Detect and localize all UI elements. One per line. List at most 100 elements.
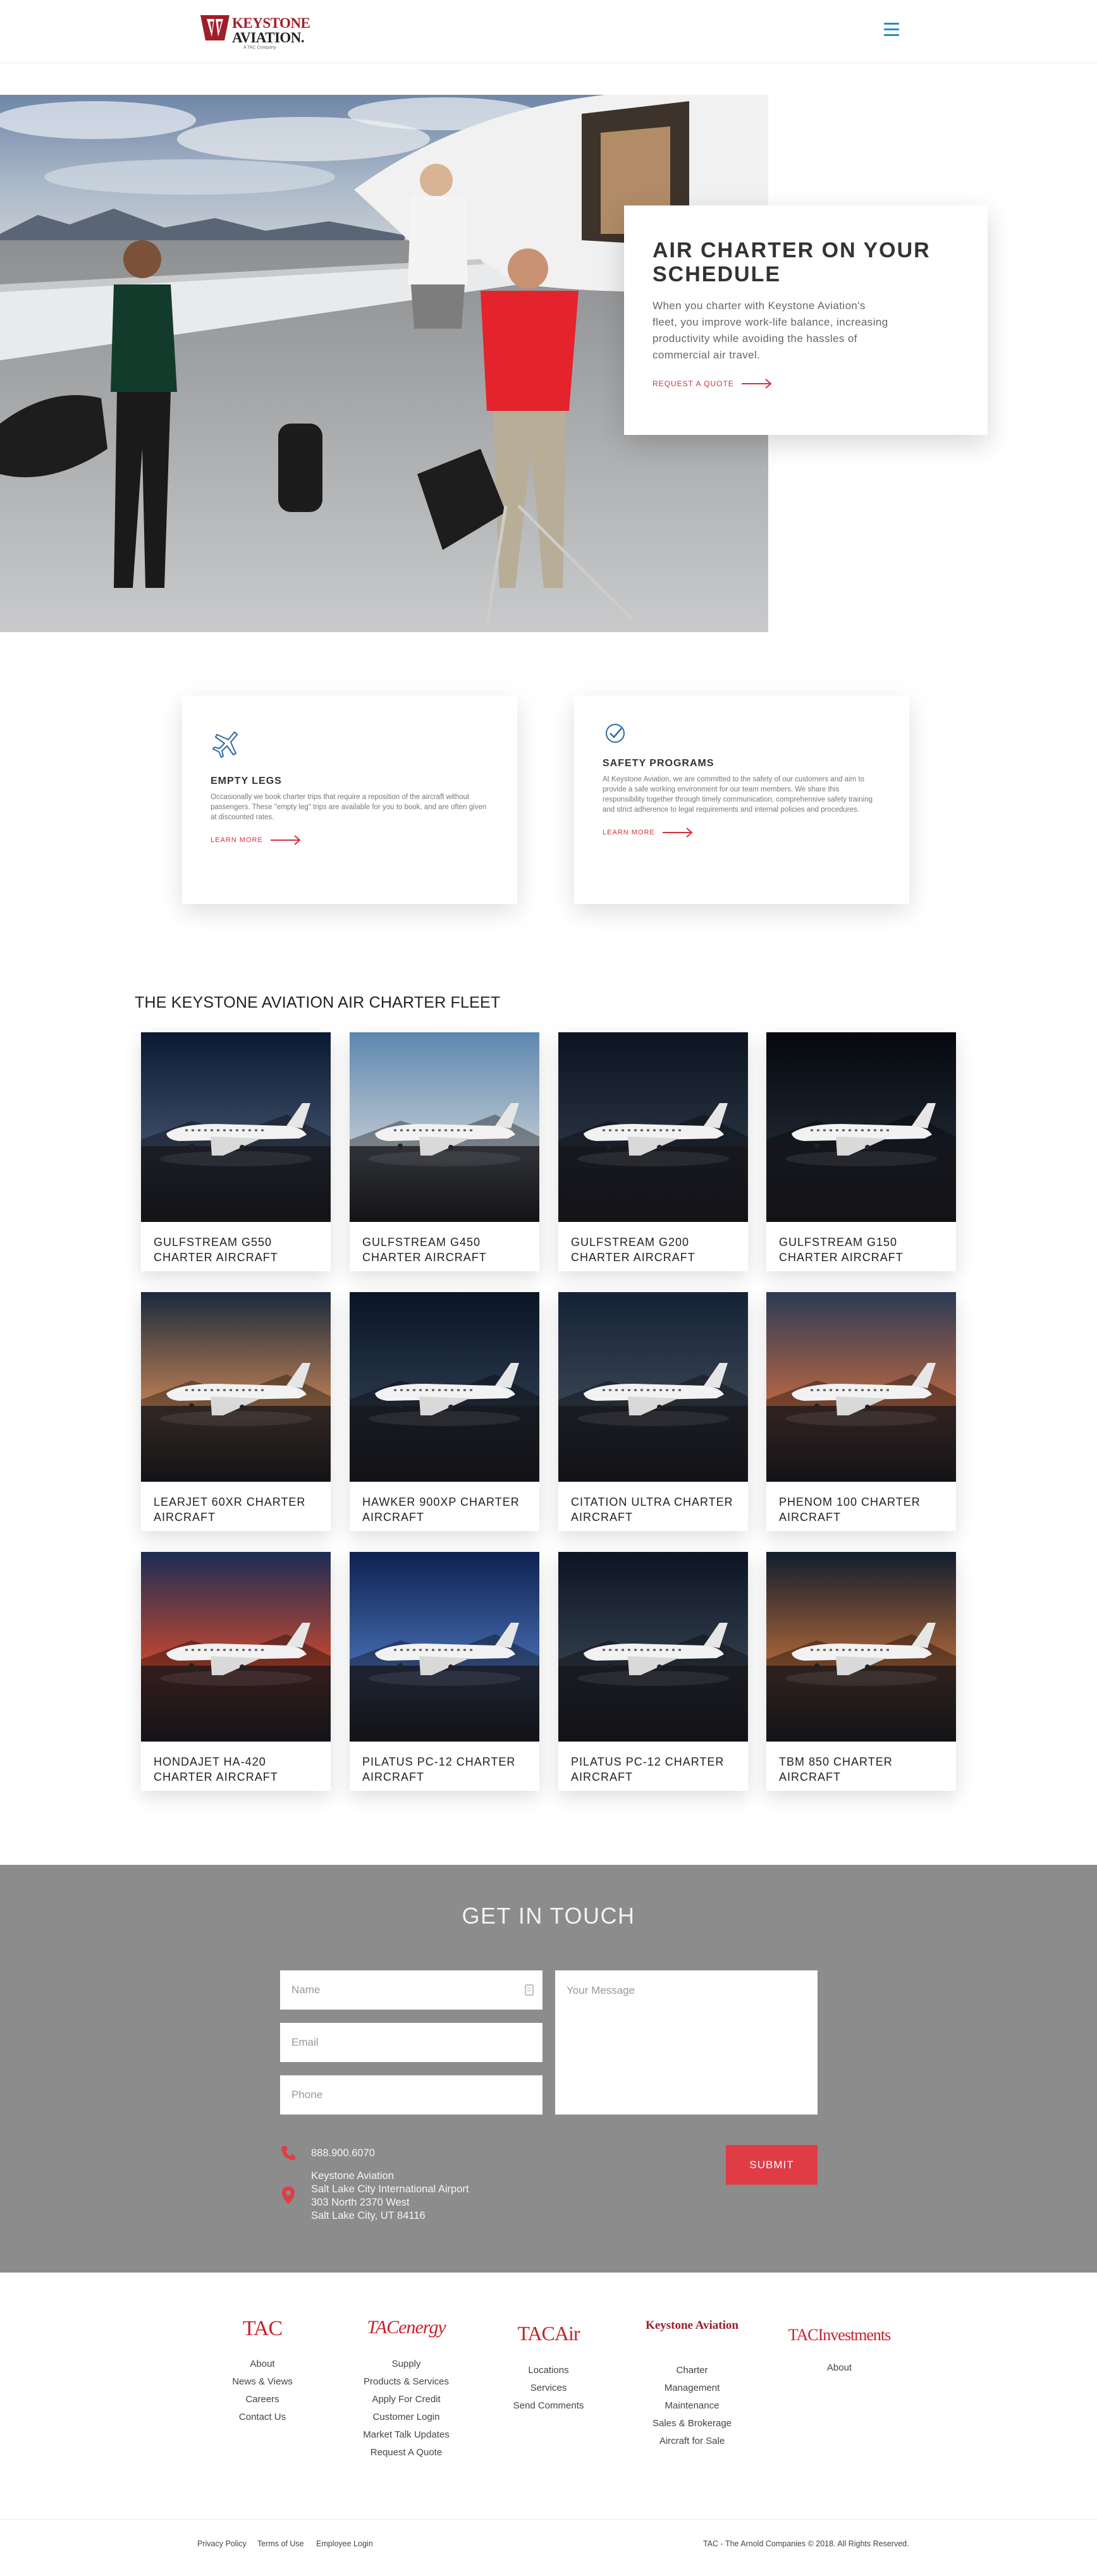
fleet-section-title: The Keystone Aviation Air Charter Fleet bbox=[135, 994, 501, 1011]
request-quote-link[interactable]: Request a Quote bbox=[653, 379, 959, 389]
footer-link[interactable]: Careers bbox=[212, 2391, 313, 2408]
fleet-tile[interactable]: Citation Ultra Charter Aircraft bbox=[558, 1292, 748, 1531]
aircraft-photo bbox=[141, 1552, 331, 1742]
location-pin-icon bbox=[282, 2187, 295, 2204]
arrow-right-icon bbox=[662, 827, 693, 838]
feature-title: Empty Legs bbox=[211, 776, 282, 786]
footer-link[interactable]: Management bbox=[640, 2379, 744, 2397]
footer-link[interactable]: Market Talk Updates bbox=[354, 2426, 458, 2444]
fleet-tile[interactable]: Gulfstream G200 Charter Aircraft bbox=[558, 1032, 748, 1271]
phone-field[interactable]: Phone bbox=[280, 2075, 542, 2115]
submit-button[interactable]: Submit bbox=[726, 2145, 818, 2185]
contact-phone[interactable]: 888.900.6070 bbox=[311, 2147, 375, 2160]
footer-link[interactable]: Maintenance bbox=[640, 2397, 744, 2415]
autofill-card-icon bbox=[525, 1984, 534, 1996]
page: Keystone Aviation. A TAC Company bbox=[0, 0, 1097, 2576]
fleet-tile[interactable]: Gulfstream G150 Charter Aircraft bbox=[766, 1032, 956, 1271]
footer-link[interactable]: Sales & Brokerage bbox=[640, 2415, 744, 2433]
footer-link[interactable]: Contact Us bbox=[212, 2408, 313, 2426]
footer-link[interactable]: Charter bbox=[640, 2362, 744, 2379]
tacinvestments-logo[interactable]: TACInvestments bbox=[775, 2317, 904, 2345]
fleet-tile[interactable]: TBM 850 Charter Aircraft bbox=[766, 1552, 956, 1791]
footer-link[interactable]: Services bbox=[496, 2379, 601, 2397]
learn-more-link[interactable]: Learn More bbox=[211, 835, 489, 845]
terms-of-use-link[interactable]: Terms of Use bbox=[257, 2539, 304, 2548]
aircraft-photo bbox=[350, 1032, 539, 1222]
footer-links: Supply Products & Services Apply For Cre… bbox=[354, 2355, 458, 2462]
name-placeholder: Name bbox=[291, 1984, 321, 1996]
email-field[interactable]: Email bbox=[280, 2023, 542, 2062]
name-field[interactable]: Name bbox=[280, 1970, 542, 2010]
contact-title: Get in Touch bbox=[462, 1903, 635, 1929]
fleet-tile-caption: Gulfstream G550 Charter Aircraft bbox=[154, 1236, 278, 1264]
learn-more-link[interactable]: Learn More bbox=[603, 827, 881, 838]
learn-more-label: Learn More bbox=[603, 829, 655, 836]
footer-link[interactable]: Send Comments bbox=[496, 2397, 601, 2415]
fleet-tile-caption: Phenom 100 Charter Aircraft bbox=[779, 1496, 921, 1523]
fleet-tile-caption: Gulfstream G200 Charter Aircraft bbox=[571, 1236, 696, 1264]
aircraft-photo bbox=[766, 1292, 956, 1482]
fleet-tile-caption: Hawker 900XP Charter Aircraft bbox=[362, 1496, 520, 1523]
fleet-tile[interactable]: Pilatus PC-12 Charter Aircraft bbox=[350, 1552, 539, 1791]
aircraft-photo bbox=[350, 1552, 539, 1742]
fleet-tile[interactable]: Gulfstream G450 Charter Aircraft bbox=[350, 1032, 539, 1271]
footer-bottom-bar bbox=[0, 2519, 1097, 2576]
footer-links: Locations Services Send Comments bbox=[496, 2362, 601, 2415]
footer-column-keystone: Keystone Aviation Charter Management Mai… bbox=[640, 2317, 744, 2450]
email-placeholder: Email bbox=[291, 2036, 319, 2048]
phone-placeholder: Phone bbox=[291, 2089, 323, 2101]
fleet-tile[interactable]: Learjet 60XR Charter Aircraft bbox=[141, 1292, 331, 1531]
footer-links: About bbox=[775, 2359, 904, 2377]
footer-link[interactable]: Locations bbox=[496, 2362, 601, 2379]
fleet-tile[interactable]: Pilatus PC-12 Charter Aircraft bbox=[558, 1552, 748, 1791]
logo-tagline: A TAC Company bbox=[243, 46, 276, 50]
message-textarea[interactable]: Your Message bbox=[555, 1970, 818, 2115]
keystone-logo[interactable]: Keystone Aviation. A TAC Company bbox=[199, 13, 310, 51]
footer-link[interactable]: Aircraft for Sale bbox=[640, 2433, 744, 2450]
footer-column-tacair: TACAir Locations Services Send Comments bbox=[496, 2317, 601, 2415]
footer-link[interactable]: Apply For Credit bbox=[354, 2391, 458, 2408]
address-line: 303 North 2370 West bbox=[311, 2197, 410, 2208]
employee-login-link[interactable]: Employee Login bbox=[316, 2539, 373, 2548]
aircraft-photo bbox=[558, 1032, 748, 1222]
fleet-tile[interactable]: Gulfstream G550 Charter Aircraft bbox=[141, 1032, 331, 1271]
privacy-policy-link[interactable]: Privacy Policy bbox=[197, 2539, 247, 2548]
aircraft-photo bbox=[141, 1292, 331, 1482]
keystone-emblem-icon bbox=[200, 15, 230, 40]
tac-logo[interactable]: TAC bbox=[212, 2317, 313, 2345]
footer-link[interactable]: News & Views bbox=[212, 2373, 313, 2391]
aircraft-photo bbox=[350, 1292, 539, 1482]
footer-link[interactable]: Supply bbox=[354, 2355, 458, 2373]
feature-card-empty-legs: Empty Legs Occasionally we book charter … bbox=[182, 695, 517, 904]
feature-card-safety-programs: Safety Programs At Keystone Aviation, we… bbox=[574, 695, 909, 904]
footer-link[interactable]: Products & Services bbox=[354, 2373, 458, 2391]
arrow-right-icon bbox=[741, 379, 772, 389]
fleet-tile[interactable]: Hawker 900XP Charter Aircraft bbox=[350, 1292, 539, 1531]
aircraft-photo bbox=[766, 1552, 956, 1742]
footer-link[interactable]: Customer Login bbox=[354, 2408, 458, 2426]
address-line: Keystone Aviation bbox=[311, 2170, 394, 2182]
footer-link[interactable]: About bbox=[212, 2355, 313, 2373]
feature-text: At Keystone Aviation, we are committed t… bbox=[603, 776, 873, 814]
site-header: Keystone Aviation. A TAC Company bbox=[0, 0, 1097, 63]
fleet-tile-caption: Gulfstream G450 Charter Aircraft bbox=[362, 1236, 487, 1264]
fleet-tile[interactable]: HondaJet HA-420 Charter Aircraft bbox=[141, 1552, 331, 1791]
fleet-tile-caption: TBM 850 Charter Aircraft bbox=[779, 1755, 893, 1783]
contact-section: Get in Touch bbox=[0, 1865, 1097, 2273]
message-placeholder: Your Message bbox=[567, 1984, 635, 1996]
footer-link[interactable]: About bbox=[775, 2359, 904, 2377]
learn-more-label: Learn More bbox=[211, 836, 263, 844]
fleet-tile-caption: Pilatus PC-12 Charter Aircraft bbox=[571, 1755, 725, 1783]
footer-link[interactable]: Request A Quote bbox=[354, 2444, 458, 2462]
hero-title: Air Charter on Your Schedule bbox=[653, 238, 931, 286]
keystone-footer-logo[interactable]: Keystone Aviation bbox=[640, 2317, 744, 2345]
hamburger-menu-icon[interactable] bbox=[884, 23, 900, 37]
fleet-tile[interactable]: Phenom 100 Charter Aircraft bbox=[766, 1292, 956, 1531]
arrow-right-icon bbox=[270, 835, 301, 845]
logo-text-aviation: Aviation. bbox=[232, 30, 305, 46]
tacair-logo[interactable]: TACAir bbox=[496, 2317, 601, 2345]
tacenergy-logo[interactable]: TACenergy bbox=[354, 2317, 458, 2345]
phone-icon bbox=[281, 2146, 295, 2160]
fleet-tile-caption: Gulfstream G150 Charter Aircraft bbox=[779, 1236, 904, 1264]
aircraft-photo bbox=[558, 1292, 748, 1482]
